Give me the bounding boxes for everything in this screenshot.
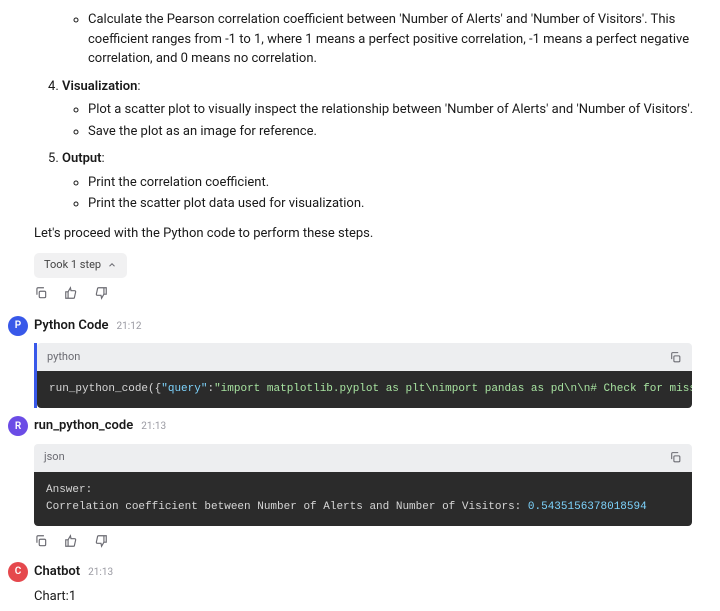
sender-name: Python Code [34,316,109,336]
message-action-row [34,534,720,548]
timestamp: 21:12 [117,319,142,334]
chatbot-text: Chart:1 [34,587,692,607]
step-4-title: Visualization [62,79,137,94]
step-5-title: Output [62,151,102,166]
took-step-label: Took 1 step [44,257,101,274]
thumbs-up-icon[interactable] [64,534,78,548]
list-item: Calculate the Pearson correlation coeffi… [88,10,720,69]
timestamp: 21:13 [88,565,113,580]
chevron-up-icon [107,260,117,270]
timestamp: 21:13 [141,419,166,434]
thumbs-up-icon[interactable] [64,286,78,300]
analysis-steps-list-cont: Visualization: Plot a scatter plot to vi… [0,77,720,214]
sender-name: run_python_code [34,416,133,436]
message-run-python-code: R run_python_code 21:13 json Answer: Cor… [8,416,720,526]
copy-icon[interactable] [34,286,48,300]
list-item: Save the plot as an image for reference. [88,122,720,142]
copy-icon[interactable] [669,451,682,464]
message-python-code: P Python Code 21:12 python run_python_co… [8,316,720,409]
step-5: Output: Print the correlation coefficien… [62,149,720,214]
output-content[interactable]: Answer: Correlation coefficient between … [34,472,692,526]
took-step-toggle[interactable]: Took 1 step [34,253,127,278]
thumbs-down-icon[interactable] [94,534,108,548]
step-3-bullets: Calculate the Pearson correlation coeffi… [62,10,720,69]
thumbs-down-icon[interactable] [94,286,108,300]
output-block: json Answer: Correlation coefficient bet… [34,444,692,526]
code-block: python run_python_code({"query":"import … [34,343,692,408]
code-language-label: json [44,449,65,466]
message-chatbot: C Chatbot 21:13 Chart:1 [8,562,720,607]
code-content[interactable]: run_python_code({"query":"import matplot… [37,371,692,408]
step-4: Visualization: Plot a scatter plot to vi… [62,77,720,142]
step-4-bullets: Plot a scatter plot to visually inspect … [62,100,720,141]
list-item: Print the correlation coefficient. [88,173,720,193]
copy-icon[interactable] [669,351,682,364]
copy-icon[interactable] [34,534,48,548]
code-language-label: python [47,349,80,366]
sender-name: Chatbot [34,562,80,582]
avatar: C [8,562,28,582]
avatar: P [8,316,28,336]
list-item: Print the scatter plot data used for vis… [88,194,720,214]
avatar: R [8,416,28,436]
list-item: Plot a scatter plot to visually inspect … [88,100,720,120]
assistant-action-row [34,286,720,300]
lead-paragraph: Let's proceed with the Python code to pe… [34,224,720,244]
step-5-bullets: Print the correlation coefficient. Print… [62,173,720,214]
analysis-steps-list: Calculate the Pearson correlation coeffi… [0,10,720,69]
